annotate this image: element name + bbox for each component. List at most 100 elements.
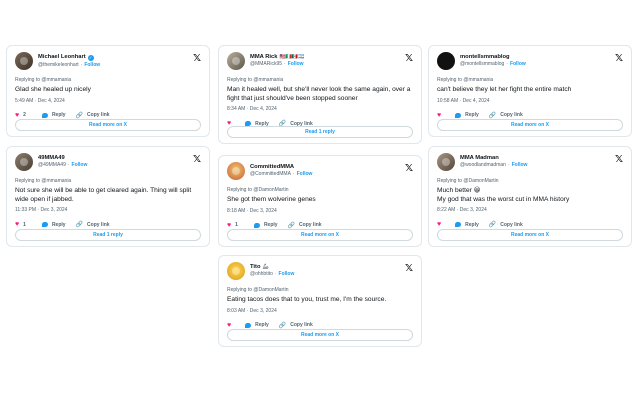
x-logo-icon[interactable]: 𝕏 — [193, 154, 201, 165]
x-logo-icon[interactable]: 𝕏 — [615, 154, 623, 165]
copy-link-label: Copy link — [500, 112, 523, 119]
replying-to: Replying to @DamonMartin — [227, 287, 289, 293]
tweet-card[interactable]: Michael Leonhart ✓ @themikeleonhart · Follo… — [6, 45, 210, 137]
x-logo-icon[interactable]: 𝕏 — [615, 53, 623, 64]
avatar[interactable] — [227, 52, 245, 70]
read-more-button[interactable]: Read more on X — [437, 229, 623, 241]
verified-badge-icon: ✓ — [87, 54, 94, 61]
tweet-card[interactable]: MMA Madman @woodlandmadman · Follow 𝕏 Repl… — [428, 146, 632, 247]
timestamp[interactable]: 5:49 AM · Dec 4, 2024 — [15, 98, 201, 104]
copy-link-button[interactable]: 🔗 Copy link — [288, 222, 322, 229]
copy-link-button[interactable]: 🔗 Copy link — [76, 112, 110, 119]
x-logo-icon[interactable]: 𝕏 — [405, 163, 413, 174]
reply-label: Reply — [263, 222, 278, 229]
reply-button[interactable]: Reply — [455, 222, 479, 228]
x-logo-icon[interactable]: 𝕏 — [405, 263, 413, 274]
reply-button[interactable]: Reply — [41, 112, 66, 118]
avatar[interactable] — [227, 162, 245, 180]
read-more-button[interactable]: Read more on X — [15, 119, 201, 131]
follow-button[interactable]: Follow — [510, 61, 526, 67]
reply-button[interactable]: Reply — [455, 112, 479, 118]
read-more-button[interactable]: Read more on X — [227, 329, 413, 341]
link-icon: 🔗 — [488, 222, 497, 229]
follow-button[interactable]: Follow — [84, 62, 100, 68]
copy-link-button[interactable]: 🔗 Copy link — [489, 112, 523, 119]
replying-to: Replying to @mmamania — [15, 77, 72, 83]
like-button[interactable]: ♥ 2 — [15, 112, 32, 119]
follow-button[interactable]: Follow — [297, 171, 313, 177]
tweet-card[interactable]: montellsmmablog @montellsmmablog · Follow … — [428, 45, 632, 137]
x-logo-icon[interactable]: 𝕏 — [405, 53, 413, 64]
avatar[interactable] — [437, 153, 455, 171]
reply-bubble-icon — [455, 112, 462, 118]
author-name[interactable]: MMA Rick — [250, 54, 277, 61]
reply-label: Reply — [255, 322, 269, 329]
like-button[interactable]: ♥ — [437, 112, 445, 119]
like-button[interactable]: ♥ — [437, 221, 445, 228]
copy-link-label: Copy link — [500, 221, 523, 228]
author-handle[interactable]: @CommittedMMA — [250, 171, 291, 177]
x-logo-icon[interactable]: 𝕏 — [193, 53, 201, 64]
tweet-text: Man it healed well, but she'll never loo… — [227, 86, 411, 102]
like-count: 1 — [235, 222, 238, 229]
read-more-button[interactable]: Read more on X — [437, 119, 623, 131]
heart-icon: ♥ — [437, 111, 442, 119]
reply-label: Reply — [51, 221, 66, 228]
timestamp[interactable]: 8:34 AM · Dec 4, 2024 — [227, 106, 413, 112]
copy-link-button[interactable]: 🔗 Copy link — [488, 221, 523, 229]
like-count: 1 — [23, 221, 26, 228]
reply-bubble-icon — [245, 322, 252, 328]
avatar[interactable] — [437, 52, 455, 70]
like-button[interactable]: ♥ 1 — [15, 221, 32, 228]
author-name[interactable]: CommittedMMA — [250, 164, 294, 171]
reply-button[interactable]: Reply — [41, 221, 66, 228]
read-replies-button[interactable]: Read 1 reply — [15, 229, 201, 241]
read-replies-button[interactable]: Read 1 reply — [227, 126, 413, 138]
reply-button[interactable]: Reply — [245, 322, 269, 328]
avatar[interactable] — [227, 262, 245, 280]
timestamp[interactable]: 11:33 PM · Dec 3, 2024 — [15, 207, 201, 213]
timestamp[interactable]: 8:22 AM · Dec 3, 2024 — [437, 207, 623, 213]
tweet-text: Not sure she will be able to get cleared… — [15, 187, 192, 203]
author-handle[interactable]: @49MMA49 — [38, 162, 66, 168]
author-name[interactable]: Michael Leonhart — [38, 54, 86, 61]
follow-button[interactable]: Follow — [288, 61, 304, 67]
tweet-card[interactable]: CommittedMMA @CommittedMMA · Follow 𝕏 Repl… — [218, 155, 422, 247]
link-icon: 🔗 — [287, 222, 296, 229]
name-emoji: 🇺🇸🇮🇹🇲🇽🇦🇷 — [279, 53, 305, 60]
replying-to: Replying to @mmamania — [15, 178, 72, 184]
author-handle[interactable]: @ohhbtito — [250, 271, 273, 277]
timestamp[interactable]: 8:03 AM · Dec 3, 2024 — [227, 308, 413, 314]
avatar[interactable] — [15, 153, 33, 171]
reply-bubble-icon — [253, 222, 260, 228]
tweet-card[interactable]: MMA Rick 🇺🇸🇮🇹🇲🇽🇦🇷 @MMARick95 · Follow 𝕏 Rep… — [218, 45, 422, 144]
author-handle[interactable]: @montellsmmablog — [460, 61, 504, 67]
timestamp[interactable]: 8:18 AM · Dec 3, 2024 — [227, 208, 413, 214]
link-icon: 🔗 — [75, 112, 84, 119]
author-handle[interactable]: @themikeleonhart — [38, 62, 79, 68]
link-icon: 🔗 — [488, 112, 497, 119]
follow-button[interactable]: Follow — [512, 162, 528, 168]
author-handle[interactable]: @MMARick95 — [250, 61, 282, 67]
follow-button[interactable]: Follow — [279, 271, 295, 277]
timestamp[interactable]: 10:58 AM · Dec 4, 2024 — [437, 98, 623, 104]
read-more-button[interactable]: Read more on X — [227, 229, 413, 241]
tweet-text: Eating tacos does that to you, trust me,… — [227, 296, 387, 303]
replying-to: Replying to @mmamania — [227, 77, 284, 83]
author-handle[interactable]: @woodlandmadman — [460, 162, 506, 168]
heart-icon: ♥ — [15, 221, 20, 229]
copy-link-button[interactable]: 🔗 Copy link — [76, 221, 110, 229]
author-name[interactable]: 49MMA49 — [38, 155, 65, 162]
author-name[interactable]: Tito — [250, 264, 261, 271]
author-name[interactable]: montellsmmablog — [460, 54, 510, 61]
author-name[interactable]: MMA Madman — [460, 155, 499, 162]
copy-link-button[interactable]: 🔗 Copy link — [279, 322, 313, 329]
tweet-card[interactable]: 49MMA49 @49MMA49 · Follow 𝕏 Replying to @m… — [6, 146, 210, 247]
tweet-card[interactable]: Tito 🦾 @ohhbtito · Follow 𝕏 Replying to @Da… — [218, 255, 422, 347]
like-button[interactable]: ♥ 1 — [227, 222, 244, 229]
like-count: 2 — [23, 112, 26, 119]
reply-button[interactable]: Reply — [253, 222, 278, 229]
avatar[interactable] — [15, 52, 33, 70]
follow-button[interactable]: Follow — [72, 162, 88, 168]
like-button[interactable]: ♥ — [227, 322, 235, 329]
